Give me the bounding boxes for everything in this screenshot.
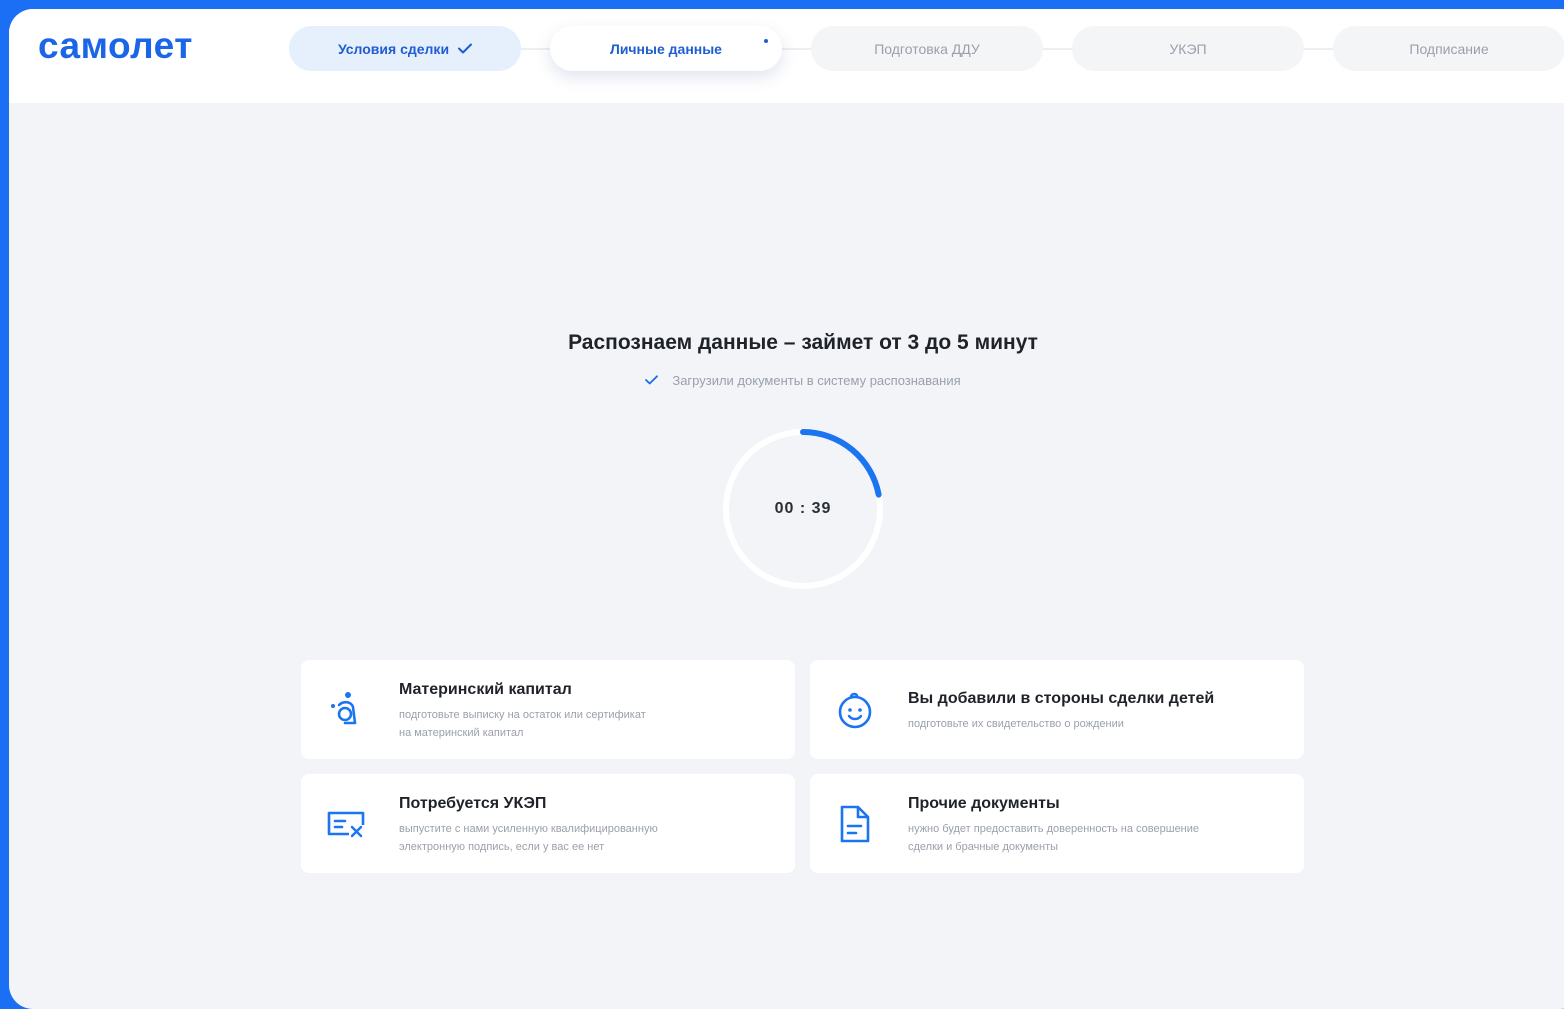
app-window: самолет Условия сделки Личные данные Под… xyxy=(9,9,1564,1009)
baby-face-icon xyxy=(834,689,876,731)
info-card-other-documents: Прочие документы нужно будет предоставит… xyxy=(810,774,1304,873)
status-done-text: Загрузили документы в систему распознава… xyxy=(672,373,961,388)
status-done-item: Загрузили документы в систему распознава… xyxy=(9,373,1564,388)
step-connector xyxy=(520,48,553,50)
step-ddu-preparation[interactable]: Подготовка ДДУ xyxy=(811,26,1043,71)
card-description-line: выпустите с нами усиленную квалифицирова… xyxy=(399,823,658,835)
step-label: Личные данные xyxy=(610,40,722,57)
card-description: подготовьте выписку на остаток или серти… xyxy=(399,706,759,742)
step-personal-data[interactable]: Личные данные xyxy=(550,26,782,71)
step-connector xyxy=(1303,48,1336,50)
mother-child-icon xyxy=(325,689,367,731)
step-label: УКЭП xyxy=(1169,40,1207,57)
card-description: нужно будет предоставить доверенность на… xyxy=(908,820,1268,856)
step-deal-terms[interactable]: Условия сделки xyxy=(289,26,521,71)
step-ukep[interactable]: УКЭП xyxy=(1072,26,1304,71)
card-description-line: на материнский капитал xyxy=(399,727,524,739)
card-description-line: электронную подпись, если у вас ее нет xyxy=(399,841,605,853)
card-title: Прочие документы xyxy=(908,795,1060,812)
card-title: Материнский капитал xyxy=(399,681,572,698)
recognition-heading: Распознаем данные – займет от 3 до 5 мин… xyxy=(568,331,1038,354)
card-description: выпустите с нами усиленную квалифицирова… xyxy=(399,820,759,856)
step-label: Подписание xyxy=(1409,40,1489,57)
document-icon xyxy=(834,803,876,845)
checkmark-icon xyxy=(458,43,473,54)
countdown-timer: 00 : 39 xyxy=(721,427,885,591)
info-card-maternity-capital: Материнский капитал подготовьте выписку … xyxy=(301,660,795,759)
card-description-line: подготовьте их свидетельство о рождении xyxy=(908,718,1124,730)
signature-card-icon xyxy=(325,803,367,845)
card-title: Вы добавили в стороны сделки детей xyxy=(908,690,1215,707)
step-connector xyxy=(781,48,814,50)
card-description-line: нужно будет предоставить доверенность на… xyxy=(908,823,1200,835)
header: самолет Условия сделки Личные данные Под… xyxy=(9,9,1564,103)
card-description-line: подготовьте выписку на остаток или серти… xyxy=(399,709,646,721)
card-description: подготовьте их свидетельство о рождении xyxy=(908,715,1268,733)
card-title: Потребуется УКЭП xyxy=(399,795,547,812)
step-label: Условия сделки xyxy=(337,40,450,57)
brand-logo[interactable]: самолет xyxy=(38,25,193,67)
checkmark-icon xyxy=(645,373,659,388)
step-signing[interactable]: Подписание xyxy=(1333,26,1564,71)
info-card-ukep: Потребуется УКЭП выпустите с нами усилен… xyxy=(301,774,795,873)
card-description-line: сделки и брачные документы xyxy=(908,841,1059,853)
active-step-dot xyxy=(764,39,768,43)
step-label: Подготовка ДДУ xyxy=(874,40,980,57)
step-connector xyxy=(1042,48,1075,50)
info-card-children: Вы добавили в стороны сделки детей подго… xyxy=(810,660,1304,759)
timer-value: 00 : 39 xyxy=(774,500,832,517)
